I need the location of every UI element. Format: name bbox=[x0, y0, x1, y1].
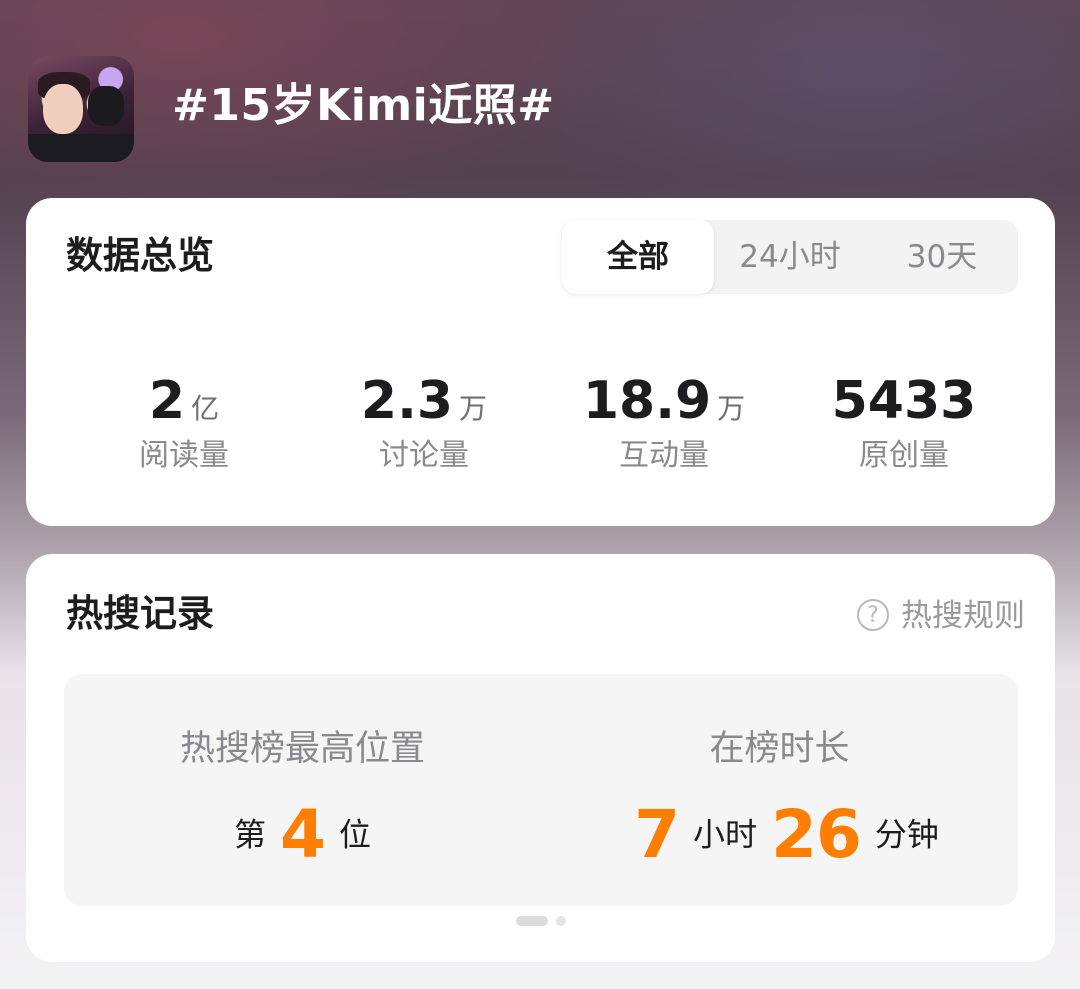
page-dot[interactable] bbox=[556, 916, 566, 926]
time-on-list-value: 7 小时 26 分钟 bbox=[541, 794, 1018, 874]
tab-24-hours[interactable]: 24小时 bbox=[714, 220, 866, 294]
peak-position-value: 第4位 bbox=[64, 794, 541, 874]
stat-discussions-value: 2.3 bbox=[360, 371, 454, 431]
time-on-list: 在榜时长 7 小时 26 分钟 bbox=[541, 674, 1018, 906]
hot-search-title: 热搜记录 bbox=[66, 592, 214, 635]
topic-title: #15岁Kimi近照# bbox=[172, 80, 555, 131]
peak-prefix: 第 bbox=[234, 815, 267, 854]
hot-search-record-card: 热搜记录 ? 热搜规则 热搜榜最高位置 第4位 在榜时长 7 小时 26 分钟 bbox=[26, 554, 1055, 962]
tab-all[interactable]: 全部 bbox=[562, 220, 714, 294]
overview-title: 数据总览 bbox=[66, 234, 214, 277]
peak-position-label: 热搜榜最高位置 bbox=[179, 729, 425, 769]
stat-originals: 5433 原创量 bbox=[784, 370, 1024, 476]
rules-label: 热搜规则 bbox=[901, 598, 1025, 634]
stats-row: 2亿 阅读量 2.3 万 讨论量 18.9 万 互动量 5433 原创量 bbox=[64, 370, 1024, 480]
avatar-shirt bbox=[28, 134, 134, 162]
stat-reads-unit: 亿 bbox=[191, 392, 220, 425]
stat-discussions-label: 讨论量 bbox=[379, 438, 469, 473]
stat-originals-label: 原创量 bbox=[859, 438, 949, 473]
data-overview-card: 数据总览 全部 24小时 30天 2亿 阅读量 2.3 万 讨论量 18.9 万 互… bbox=[26, 198, 1055, 526]
avatar-person-mask bbox=[88, 86, 124, 126]
stat-originals-value: 5433 bbox=[831, 371, 977, 431]
stat-discussions: 2.3 万 讨论量 bbox=[304, 370, 544, 476]
stat-interactions-label: 互动量 bbox=[619, 438, 709, 473]
page-dot-active[interactable] bbox=[516, 916, 548, 926]
stat-interactions-value: 18.9 bbox=[582, 371, 712, 431]
peak-suffix: 位 bbox=[338, 815, 371, 854]
peak-position: 热搜榜最高位置 第4位 bbox=[64, 674, 541, 906]
duration-minutes: 26 bbox=[771, 795, 862, 873]
avatar-face bbox=[43, 84, 83, 134]
question-circle-icon: ? bbox=[857, 598, 889, 631]
stat-interactions-unit: 万 bbox=[717, 392, 746, 425]
time-range-tabs: 全部 24小时 30天 bbox=[562, 220, 1018, 294]
duration-minutes-unit: 分钟 bbox=[874, 815, 939, 854]
record-panel: 热搜榜最高位置 第4位 在榜时长 7 小时 26 分钟 bbox=[64, 674, 1018, 906]
time-on-list-label: 在榜时长 bbox=[709, 729, 850, 769]
topic-avatar[interactable] bbox=[28, 56, 134, 162]
duration-hours-unit: 小时 bbox=[693, 815, 758, 854]
stat-interactions: 18.9 万 互动量 bbox=[544, 370, 784, 476]
stat-reads-value: 2 bbox=[148, 371, 186, 431]
hot-search-rules-link[interactable]: ? 热搜规则 bbox=[857, 594, 1025, 638]
tab-30-days[interactable]: 30天 bbox=[866, 220, 1018, 294]
duration-hours: 7 bbox=[634, 795, 680, 873]
stat-reads-label: 阅读量 bbox=[139, 438, 229, 473]
peak-rank: 4 bbox=[280, 795, 326, 873]
stat-reads: 2亿 阅读量 bbox=[64, 370, 304, 476]
stat-discussions-unit: 万 bbox=[459, 392, 488, 425]
